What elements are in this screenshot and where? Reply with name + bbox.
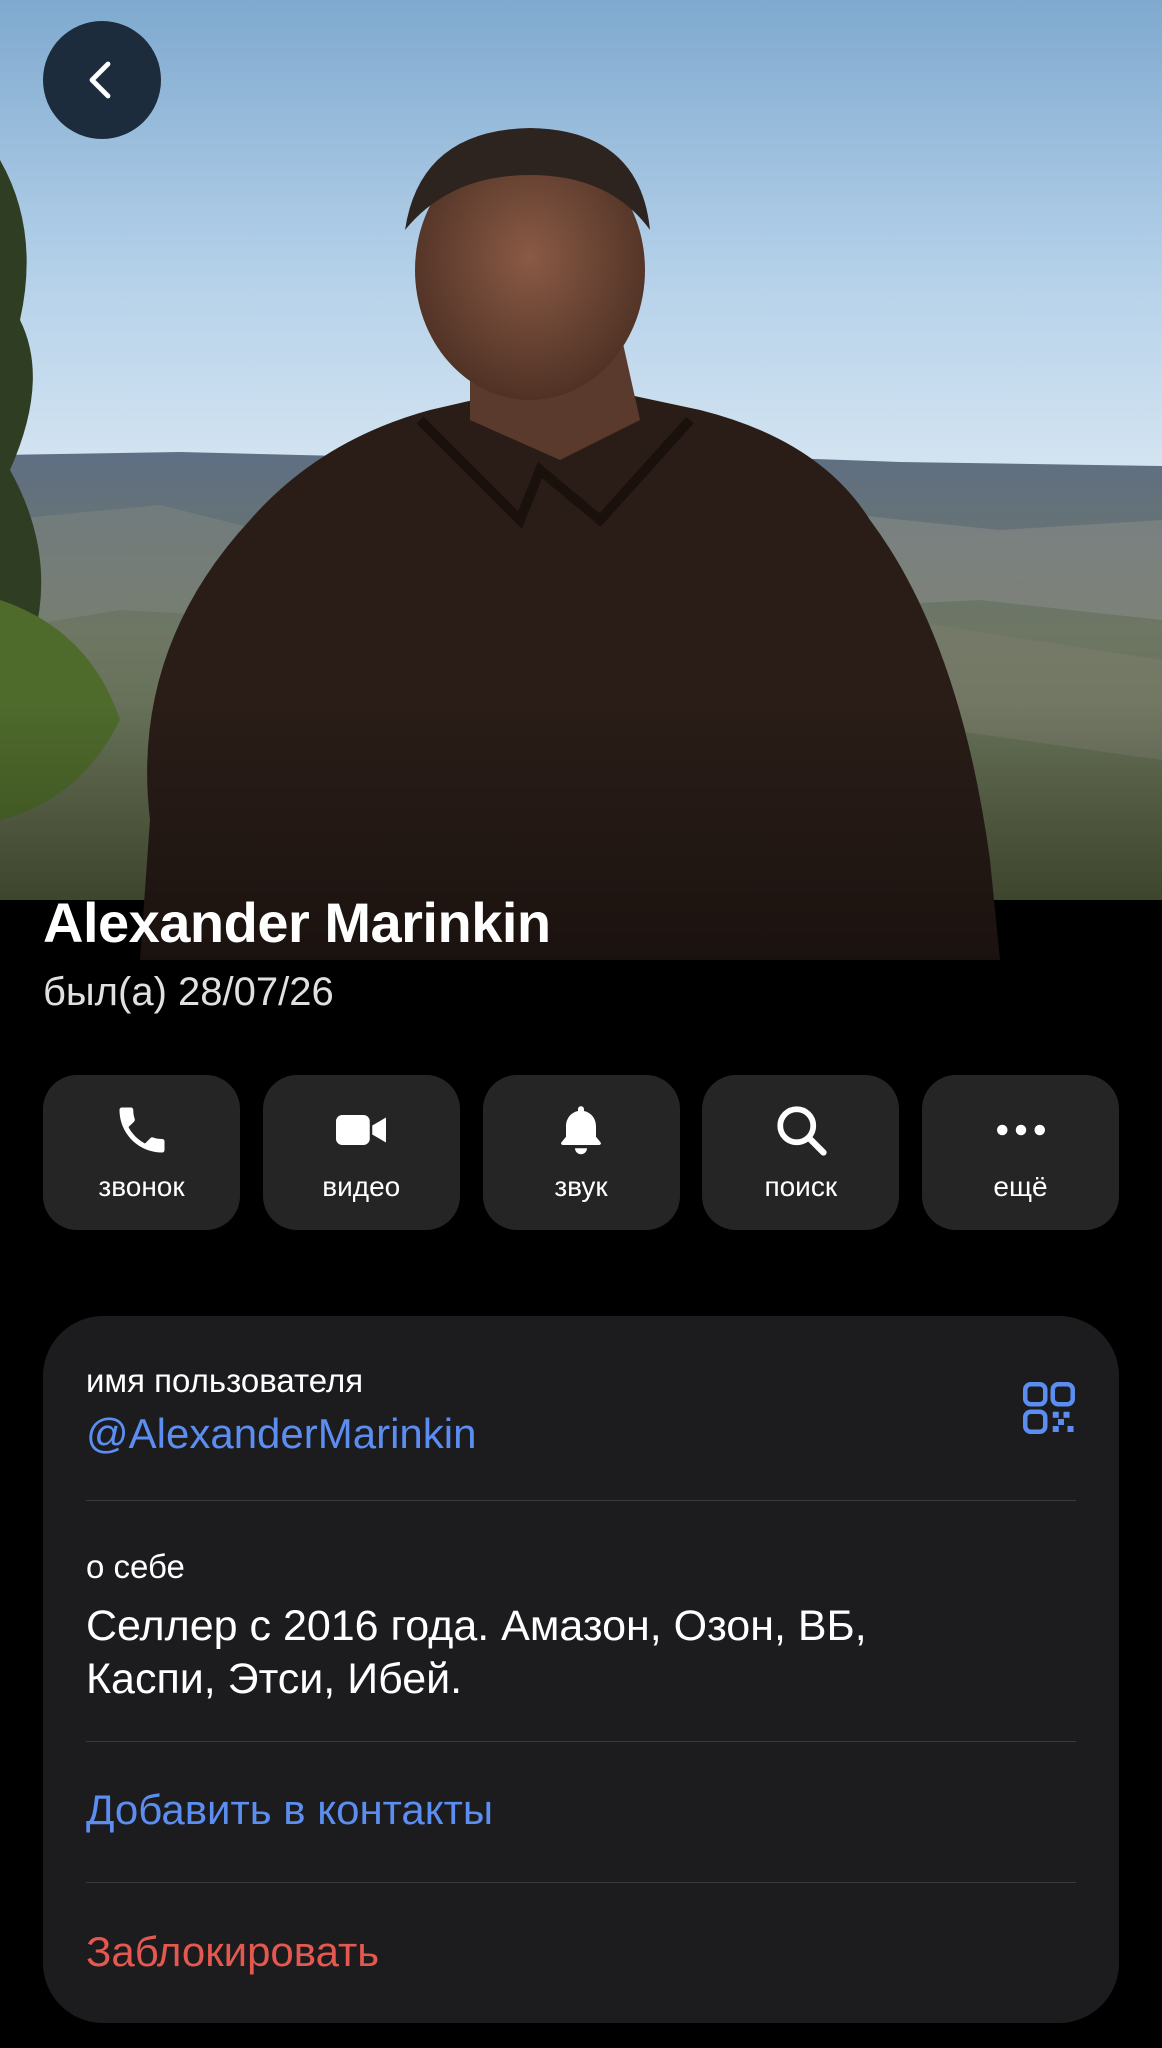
profile-name: Alexander Marinkin [43, 891, 551, 954]
last-seen-status: был(а) 28/07/26 [43, 970, 334, 1014]
block-user-button[interactable]: Заблокировать [86, 1928, 1076, 1976]
divider [86, 1741, 1076, 1742]
more-dots-icon [990, 1099, 1052, 1161]
bio-text: Селлер с 2016 года. Амазон, Озон, ВБ, Ка… [86, 1602, 867, 1703]
back-button[interactable] [43, 21, 161, 139]
add-contact-row[interactable]: Добавить в контакты [86, 1786, 1076, 1834]
sound-button-label: звук [554, 1170, 608, 1202]
username-label: имя пользователя [86, 1362, 364, 1399]
chevron-left-icon [89, 61, 111, 99]
block-row[interactable]: Заблокировать [86, 1928, 1076, 1976]
bell-icon [550, 1099, 612, 1161]
username-link[interactable]: @AlexanderMarinkin [86, 1410, 1076, 1458]
add-to-contacts-button[interactable]: Добавить в контакты [86, 1786, 1076, 1834]
qr-code-icon [1023, 1382, 1075, 1434]
profile-info-card: имя пользователя @AlexanderMarinkin о се… [43, 1316, 1119, 2023]
profile-photo[interactable]: Alexander Marinkin был(а) 28/07/26 звоно… [0, 0, 1162, 1275]
bio-label: о себе [86, 1548, 185, 1585]
video-button-label: видео [322, 1170, 401, 1202]
more-button-label: ещё [993, 1170, 1048, 1202]
search-button[interactable]: поиск [702, 1075, 900, 1230]
phone-icon [111, 1099, 173, 1161]
bio-row: о себе Селлер с 2016 года. Амазон, Озон,… [86, 1548, 1076, 1706]
call-button[interactable]: звонок [43, 1075, 240, 1230]
more-button[interactable]: ещё [922, 1075, 1119, 1230]
video-camera-icon [330, 1099, 392, 1161]
divider [86, 1500, 1076, 1501]
call-button-label: звонок [98, 1170, 185, 1202]
divider [86, 1882, 1076, 1883]
search-icon [770, 1099, 832, 1161]
sound-button[interactable]: звук [482, 1075, 680, 1230]
search-button-label: поиск [764, 1170, 838, 1202]
qr-code-button[interactable] [1019, 1378, 1079, 1438]
username-row[interactable]: имя пользователя @AlexanderMarinkin [86, 1362, 1076, 1458]
video-button[interactable]: видео [262, 1075, 460, 1230]
profile-screen: Alexander Marinkin был(а) 28/07/26 звоно… [0, 0, 1162, 2048]
action-bar: звонок видео звук поиск ещё [43, 1075, 1119, 1230]
